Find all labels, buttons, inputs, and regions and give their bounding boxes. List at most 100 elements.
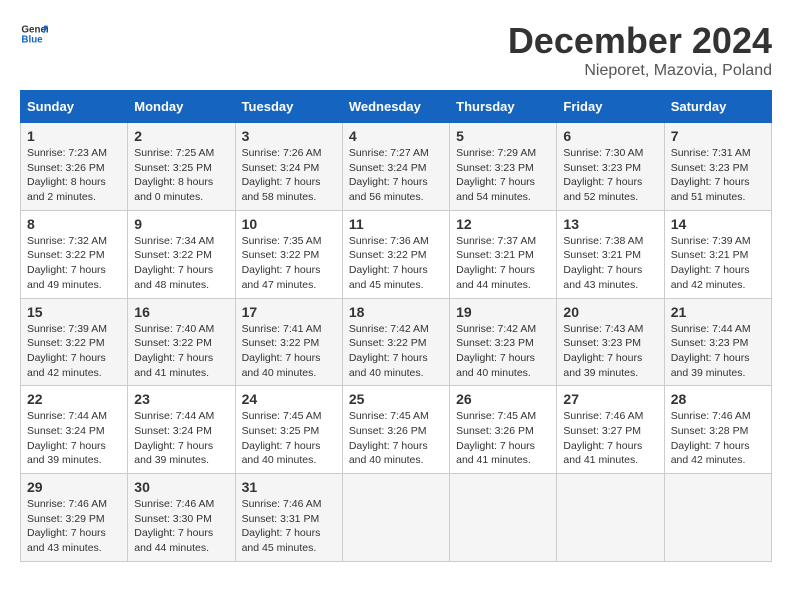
calendar-week-row: 22 Sunrise: 7:44 AMSunset: 3:24 PMDaylig…	[21, 386, 772, 474]
calendar-cell	[664, 474, 771, 562]
day-number: 20	[563, 304, 657, 320]
day-info: Sunrise: 7:43 AMSunset: 3:23 PMDaylight:…	[563, 322, 657, 381]
day-info: Sunrise: 7:37 AMSunset: 3:21 PMDaylight:…	[456, 234, 550, 293]
calendar-week-row: 8 Sunrise: 7:32 AMSunset: 3:22 PMDayligh…	[21, 210, 772, 298]
day-number: 15	[27, 304, 121, 320]
svg-text:Blue: Blue	[21, 34, 43, 45]
calendar-cell: 28 Sunrise: 7:46 AMSunset: 3:28 PMDaylig…	[664, 386, 771, 474]
calendar-cell: 16 Sunrise: 7:40 AMSunset: 3:22 PMDaylig…	[128, 298, 235, 386]
calendar-cell: 29 Sunrise: 7:46 AMSunset: 3:29 PMDaylig…	[21, 474, 128, 562]
day-number: 18	[349, 304, 443, 320]
calendar-cell: 26 Sunrise: 7:45 AMSunset: 3:26 PMDaylig…	[450, 386, 557, 474]
day-info: Sunrise: 7:32 AMSunset: 3:22 PMDaylight:…	[27, 234, 121, 293]
day-info: Sunrise: 7:39 AMSunset: 3:21 PMDaylight:…	[671, 234, 765, 293]
column-header-tuesday: Tuesday	[235, 91, 342, 123]
day-info: Sunrise: 7:45 AMSunset: 3:26 PMDaylight:…	[349, 409, 443, 468]
title-area: December 2024 Nieporet, Mazovia, Poland	[508, 20, 772, 80]
day-info: Sunrise: 7:36 AMSunset: 3:22 PMDaylight:…	[349, 234, 443, 293]
column-header-monday: Monday	[128, 91, 235, 123]
day-info: Sunrise: 7:34 AMSunset: 3:22 PMDaylight:…	[134, 234, 228, 293]
calendar-cell: 3 Sunrise: 7:26 AMSunset: 3:24 PMDayligh…	[235, 123, 342, 211]
day-number: 3	[242, 128, 336, 144]
calendar-cell: 9 Sunrise: 7:34 AMSunset: 3:22 PMDayligh…	[128, 210, 235, 298]
day-number: 5	[456, 128, 550, 144]
day-info: Sunrise: 7:31 AMSunset: 3:23 PMDaylight:…	[671, 146, 765, 205]
calendar-cell: 7 Sunrise: 7:31 AMSunset: 3:23 PMDayligh…	[664, 123, 771, 211]
day-info: Sunrise: 7:46 AMSunset: 3:29 PMDaylight:…	[27, 497, 121, 556]
day-number: 14	[671, 216, 765, 232]
day-number: 24	[242, 391, 336, 407]
calendar-cell: 21 Sunrise: 7:44 AMSunset: 3:23 PMDaylig…	[664, 298, 771, 386]
day-info: Sunrise: 7:27 AMSunset: 3:24 PMDaylight:…	[349, 146, 443, 205]
logo-icon: General Blue	[20, 20, 48, 48]
day-info: Sunrise: 7:26 AMSunset: 3:24 PMDaylight:…	[242, 146, 336, 205]
calendar-week-row: 29 Sunrise: 7:46 AMSunset: 3:29 PMDaylig…	[21, 474, 772, 562]
day-number: 7	[671, 128, 765, 144]
day-number: 6	[563, 128, 657, 144]
calendar-cell: 15 Sunrise: 7:39 AMSunset: 3:22 PMDaylig…	[21, 298, 128, 386]
day-info: Sunrise: 7:29 AMSunset: 3:23 PMDaylight:…	[456, 146, 550, 205]
day-info: Sunrise: 7:45 AMSunset: 3:26 PMDaylight:…	[456, 409, 550, 468]
calendar-cell: 5 Sunrise: 7:29 AMSunset: 3:23 PMDayligh…	[450, 123, 557, 211]
day-info: Sunrise: 7:44 AMSunset: 3:24 PMDaylight:…	[27, 409, 121, 468]
main-title: December 2024	[508, 20, 772, 62]
day-info: Sunrise: 7:45 AMSunset: 3:25 PMDaylight:…	[242, 409, 336, 468]
calendar-cell: 17 Sunrise: 7:41 AMSunset: 3:22 PMDaylig…	[235, 298, 342, 386]
calendar-cell	[342, 474, 449, 562]
day-number: 27	[563, 391, 657, 407]
calendar-table: SundayMondayTuesdayWednesdayThursdayFrid…	[20, 90, 772, 562]
calendar-cell: 24 Sunrise: 7:45 AMSunset: 3:25 PMDaylig…	[235, 386, 342, 474]
calendar-week-row: 15 Sunrise: 7:39 AMSunset: 3:22 PMDaylig…	[21, 298, 772, 386]
day-info: Sunrise: 7:30 AMSunset: 3:23 PMDaylight:…	[563, 146, 657, 205]
calendar-cell: 27 Sunrise: 7:46 AMSunset: 3:27 PMDaylig…	[557, 386, 664, 474]
logo: General Blue	[20, 20, 48, 48]
day-number: 21	[671, 304, 765, 320]
day-info: Sunrise: 7:42 AMSunset: 3:22 PMDaylight:…	[349, 322, 443, 381]
day-info: Sunrise: 7:23 AMSunset: 3:26 PMDaylight:…	[27, 146, 121, 205]
day-number: 4	[349, 128, 443, 144]
column-header-wednesday: Wednesday	[342, 91, 449, 123]
day-info: Sunrise: 7:39 AMSunset: 3:22 PMDaylight:…	[27, 322, 121, 381]
day-info: Sunrise: 7:44 AMSunset: 3:24 PMDaylight:…	[134, 409, 228, 468]
day-info: Sunrise: 7:38 AMSunset: 3:21 PMDaylight:…	[563, 234, 657, 293]
calendar-cell: 8 Sunrise: 7:32 AMSunset: 3:22 PMDayligh…	[21, 210, 128, 298]
day-number: 11	[349, 216, 443, 232]
day-info: Sunrise: 7:44 AMSunset: 3:23 PMDaylight:…	[671, 322, 765, 381]
day-info: Sunrise: 7:40 AMSunset: 3:22 PMDaylight:…	[134, 322, 228, 381]
day-info: Sunrise: 7:25 AMSunset: 3:25 PMDaylight:…	[134, 146, 228, 205]
day-number: 25	[349, 391, 443, 407]
calendar-cell: 31 Sunrise: 7:46 AMSunset: 3:31 PMDaylig…	[235, 474, 342, 562]
calendar-cell: 2 Sunrise: 7:25 AMSunset: 3:25 PMDayligh…	[128, 123, 235, 211]
day-number: 29	[27, 479, 121, 495]
calendar-cell: 10 Sunrise: 7:35 AMSunset: 3:22 PMDaylig…	[235, 210, 342, 298]
calendar-cell: 22 Sunrise: 7:44 AMSunset: 3:24 PMDaylig…	[21, 386, 128, 474]
day-number: 23	[134, 391, 228, 407]
column-header-friday: Friday	[557, 91, 664, 123]
calendar-week-row: 1 Sunrise: 7:23 AMSunset: 3:26 PMDayligh…	[21, 123, 772, 211]
day-number: 9	[134, 216, 228, 232]
day-number: 31	[242, 479, 336, 495]
calendar-cell: 20 Sunrise: 7:43 AMSunset: 3:23 PMDaylig…	[557, 298, 664, 386]
day-number: 26	[456, 391, 550, 407]
day-number: 8	[27, 216, 121, 232]
calendar-header-row: SundayMondayTuesdayWednesdayThursdayFrid…	[21, 91, 772, 123]
subtitle: Nieporet, Mazovia, Poland	[508, 62, 772, 80]
calendar-cell	[450, 474, 557, 562]
calendar-cell: 18 Sunrise: 7:42 AMSunset: 3:22 PMDaylig…	[342, 298, 449, 386]
day-info: Sunrise: 7:46 AMSunset: 3:28 PMDaylight:…	[671, 409, 765, 468]
day-info: Sunrise: 7:46 AMSunset: 3:27 PMDaylight:…	[563, 409, 657, 468]
calendar-cell: 11 Sunrise: 7:36 AMSunset: 3:22 PMDaylig…	[342, 210, 449, 298]
day-number: 28	[671, 391, 765, 407]
calendar-cell: 1 Sunrise: 7:23 AMSunset: 3:26 PMDayligh…	[21, 123, 128, 211]
day-info: Sunrise: 7:41 AMSunset: 3:22 PMDaylight:…	[242, 322, 336, 381]
column-header-thursday: Thursday	[450, 91, 557, 123]
calendar-cell: 4 Sunrise: 7:27 AMSunset: 3:24 PMDayligh…	[342, 123, 449, 211]
calendar-cell: 19 Sunrise: 7:42 AMSunset: 3:23 PMDaylig…	[450, 298, 557, 386]
day-number: 10	[242, 216, 336, 232]
calendar-cell: 25 Sunrise: 7:45 AMSunset: 3:26 PMDaylig…	[342, 386, 449, 474]
day-number: 22	[27, 391, 121, 407]
day-number: 1	[27, 128, 121, 144]
day-number: 16	[134, 304, 228, 320]
calendar-cell: 13 Sunrise: 7:38 AMSunset: 3:21 PMDaylig…	[557, 210, 664, 298]
calendar-cell: 30 Sunrise: 7:46 AMSunset: 3:30 PMDaylig…	[128, 474, 235, 562]
